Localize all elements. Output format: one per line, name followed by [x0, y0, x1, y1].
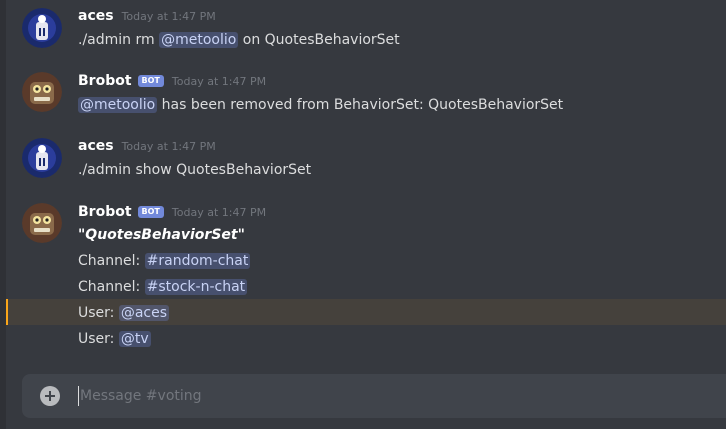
line-label: Channel:: [78, 279, 145, 295]
message-content: Channel: #stock-n-chat: [78, 277, 248, 297]
text-segment: has been removed from BehaviorSet: Quote…: [157, 97, 564, 113]
user-mention[interactable]: @metoolio: [78, 97, 158, 113]
user-mention[interactable]: @metoolio: [159, 32, 239, 48]
text-segment: on QuotesBehaviorSet: [238, 32, 400, 48]
message-header: aces Today at 1:47 PM: [78, 138, 216, 158]
text-segment: ./admin rm: [78, 32, 160, 48]
avatar-aces-image: [22, 138, 62, 178]
username[interactable]: aces: [78, 8, 114, 24]
avatar[interactable]: [22, 72, 62, 112]
line-label: Channel:: [78, 253, 145, 269]
message-content: ./admin show QuotesBehaviorSet: [78, 162, 312, 178]
bot-tag: BOT: [137, 206, 164, 218]
message-composer: [22, 374, 726, 418]
message-header: Brobot BOT Today at 1:47 PM: [78, 204, 266, 224]
user-mention[interactable]: @tv: [118, 331, 151, 347]
embed-title: "QuotesBehaviorSet": [78, 227, 245, 243]
message-content: User: @aces: [78, 303, 170, 323]
avatar-aces-image: [22, 8, 62, 48]
message-content: ./admin rm @metoolio on QuotesBehaviorSe…: [78, 30, 400, 50]
channel-mention[interactable]: #stock-n-chat: [144, 279, 248, 295]
username[interactable]: Brobot: [78, 204, 132, 220]
text-caret: [78, 386, 79, 406]
plus-circle-icon[interactable]: [40, 386, 60, 406]
timestamp[interactable]: Today at 1:47 PM: [172, 75, 266, 88]
timestamp[interactable]: Today at 1:47 PM: [172, 206, 266, 219]
username[interactable]: Brobot: [78, 73, 132, 89]
message-header: Brobot BOT Today at 1:47 PM: [78, 73, 266, 93]
timestamp[interactable]: Today at 1:47 PM: [122, 10, 216, 23]
avatar[interactable]: [22, 8, 62, 48]
avatar-brobot-image: [22, 203, 62, 243]
line-label: User:: [78, 331, 119, 347]
bot-tag: BOT: [137, 75, 164, 87]
message-content: Channel: #random-chat: [78, 251, 251, 271]
message-content: @metoolio has been removed from Behavior…: [78, 95, 563, 115]
message-header: aces Today at 1:47 PM: [78, 8, 216, 28]
left-gutter: [0, 0, 6, 429]
avatar[interactable]: [22, 138, 62, 178]
channel-mention[interactable]: #random-chat: [144, 253, 251, 269]
message-content: User: @tv: [78, 329, 151, 349]
avatar[interactable]: [22, 203, 62, 243]
chat-window: aces Today at 1:47 PM ./admin rm @metool…: [0, 0, 726, 429]
avatar-brobot-image: [22, 72, 62, 112]
line-label: User:: [78, 305, 119, 321]
username[interactable]: aces: [78, 138, 114, 154]
user-mention[interactable]: @aces: [118, 305, 170, 321]
message-input[interactable]: [80, 374, 700, 418]
timestamp[interactable]: Today at 1:47 PM: [122, 140, 216, 153]
